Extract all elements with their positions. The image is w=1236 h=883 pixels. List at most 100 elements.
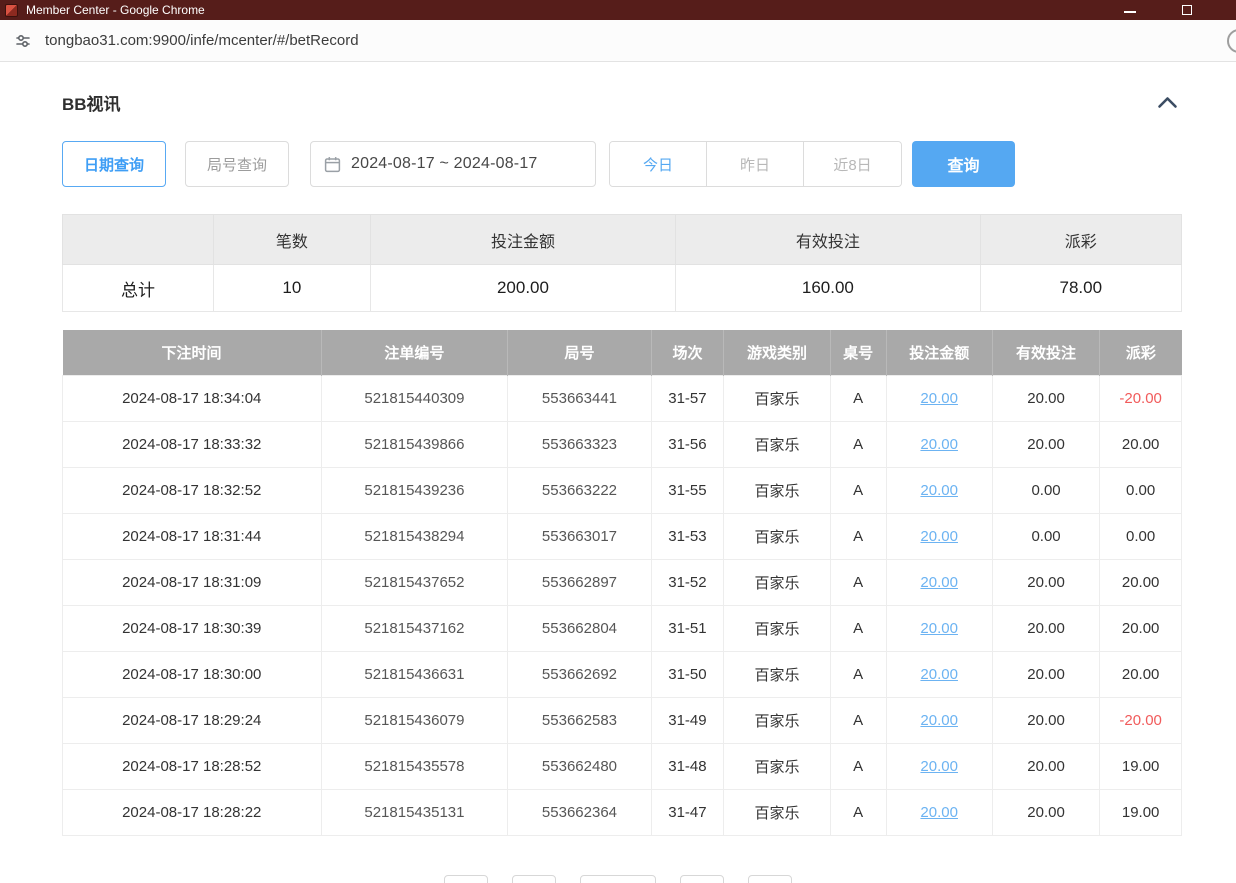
game-type: 百家乐	[724, 375, 830, 421]
summary-value: 78.00	[980, 265, 1181, 312]
tab-round-query[interactable]: 局号查询	[185, 141, 289, 187]
table-row: 2024-08-17 18:28:52521815435578553662480…	[63, 743, 1182, 789]
game-type: 百家乐	[724, 743, 830, 789]
summary-column-header: 笔数	[214, 215, 371, 265]
bet-amount-link[interactable]: 20.00	[920, 528, 958, 545]
game-type: 百家乐	[724, 605, 830, 651]
payout: 20.00	[1100, 651, 1182, 697]
round-number: 553662804	[508, 605, 651, 651]
bet-time: 2024-08-17 18:33:32	[63, 421, 322, 467]
pagination-page-button[interactable]	[512, 875, 556, 883]
maximize-button[interactable]	[1182, 5, 1192, 15]
bet-amount: 20.00	[886, 697, 992, 743]
bet-number: 521815436079	[321, 697, 508, 743]
quick-yesterday-button[interactable]: 昨日	[707, 142, 804, 186]
browser-window: Member Center - Google Chrome tongbao31.…	[0, 0, 1236, 883]
bet-number: 521815437162	[321, 605, 508, 651]
browser-address-bar: tongbao31.com:9900/infe/mcenter/#/betRec…	[0, 20, 1236, 62]
payout: -20.00	[1100, 375, 1182, 421]
bet-amount: 20.00	[886, 375, 992, 421]
bet-amount: 20.00	[886, 559, 992, 605]
table-row: 2024-08-17 18:30:39521815437162553662804…	[63, 605, 1182, 651]
session: 31-50	[651, 651, 724, 697]
pagination-size-select[interactable]	[580, 875, 656, 883]
table-code: A	[830, 559, 886, 605]
bet-amount-link[interactable]: 20.00	[920, 712, 958, 729]
bet-time: 2024-08-17 18:31:09	[63, 559, 322, 605]
browser-avatar[interactable]	[1227, 29, 1236, 53]
bet-amount-link[interactable]: 20.00	[920, 804, 958, 821]
payout: 19.00	[1100, 743, 1182, 789]
tab-date-query[interactable]: 日期查询	[62, 141, 166, 187]
valid-bet: 20.00	[992, 789, 1099, 835]
bet-table-body: 2024-08-17 18:34:04521815440309553663441…	[63, 375, 1182, 835]
bet-amount-link[interactable]: 20.00	[920, 620, 958, 637]
column-header: 注单编号	[321, 330, 508, 375]
valid-bet: 20.00	[992, 743, 1099, 789]
quick-8days-button[interactable]: 近8日	[804, 142, 901, 186]
table-row: 2024-08-17 18:29:24521815436079553662583…	[63, 697, 1182, 743]
date-range-input[interactable]: 2024-08-17 ~ 2024-08-17	[310, 141, 596, 187]
table-row: 2024-08-17 18:30:00521815436631553662692…	[63, 651, 1182, 697]
search-button[interactable]: 查询	[912, 141, 1015, 187]
payout: 19.00	[1100, 789, 1182, 835]
session: 31-48	[651, 743, 724, 789]
table-code: A	[830, 789, 886, 835]
column-header: 有效投注	[992, 330, 1099, 375]
valid-bet: 20.00	[992, 605, 1099, 651]
summary-column-header: 派彩	[980, 215, 1181, 265]
bet-amount-link[interactable]: 20.00	[920, 758, 958, 775]
round-number: 553662897	[508, 559, 651, 605]
pagination-prev-button[interactable]	[444, 875, 488, 883]
bet-time: 2024-08-17 18:32:52	[63, 467, 322, 513]
pagination-jump-input[interactable]	[748, 875, 792, 883]
summary-data-row: 总计10200.00160.0078.00	[63, 265, 1182, 312]
bet-amount: 20.00	[886, 651, 992, 697]
table-code: A	[830, 421, 886, 467]
bet-amount-link[interactable]: 20.00	[920, 482, 958, 499]
bet-time: 2024-08-17 18:28:52	[63, 743, 322, 789]
game-type: 百家乐	[724, 513, 830, 559]
bet-amount-link[interactable]: 20.00	[920, 574, 958, 591]
bet-amount: 20.00	[886, 605, 992, 651]
session: 31-53	[651, 513, 724, 559]
table-code: A	[830, 513, 886, 559]
payout: -20.00	[1100, 697, 1182, 743]
collapse-chevron-icon[interactable]	[1153, 94, 1182, 111]
window-title: Member Center - Google Chrome	[26, 3, 205, 17]
bet-number: 521815438294	[321, 513, 508, 559]
bet-number: 521815439866	[321, 421, 508, 467]
game-type: 百家乐	[724, 559, 830, 605]
bet-table-header-row: 下注时间注单编号局号场次游戏类别桌号投注金额有效投注派彩	[63, 330, 1182, 375]
session: 31-49	[651, 697, 724, 743]
valid-bet: 0.00	[992, 467, 1099, 513]
bet-number: 521815436631	[321, 651, 508, 697]
session: 31-47	[651, 789, 724, 835]
bet-amount-link[interactable]: 20.00	[920, 436, 958, 453]
valid-bet: 20.00	[992, 651, 1099, 697]
site-settings-icon[interactable]	[10, 28, 36, 54]
column-header: 派彩	[1100, 330, 1182, 375]
valid-bet: 20.00	[992, 697, 1099, 743]
round-number: 553663323	[508, 421, 651, 467]
bet-amount-link[interactable]: 20.00	[920, 666, 958, 683]
valid-bet: 20.00	[992, 421, 1099, 467]
bet-number: 521815435578	[321, 743, 508, 789]
session: 31-55	[651, 467, 724, 513]
bet-number: 521815439236	[321, 467, 508, 513]
table-row: 2024-08-17 18:32:52521815439236553663222…	[63, 467, 1182, 513]
column-header: 游戏类别	[724, 330, 830, 375]
summary-value: 160.00	[676, 265, 980, 312]
summary-header-row: 笔数投注金额有效投注派彩	[63, 215, 1182, 265]
quick-today-button[interactable]: 今日	[610, 142, 707, 186]
pagination-next-button[interactable]	[680, 875, 724, 883]
table-code: A	[830, 605, 886, 651]
filter-bar: 日期查询 局号查询 2024-08-17 ~ 2024-08-17 今日 昨日 …	[62, 141, 1182, 187]
bet-amount-link[interactable]: 20.00	[920, 390, 958, 407]
address-url[interactable]: tongbao31.com:9900/infe/mcenter/#/betRec…	[45, 32, 359, 49]
round-number: 553663017	[508, 513, 651, 559]
minimize-button[interactable]	[1124, 7, 1136, 13]
quick-range-group: 今日 昨日 近8日	[609, 141, 902, 187]
round-number: 553662583	[508, 697, 651, 743]
round-number: 553663222	[508, 467, 651, 513]
